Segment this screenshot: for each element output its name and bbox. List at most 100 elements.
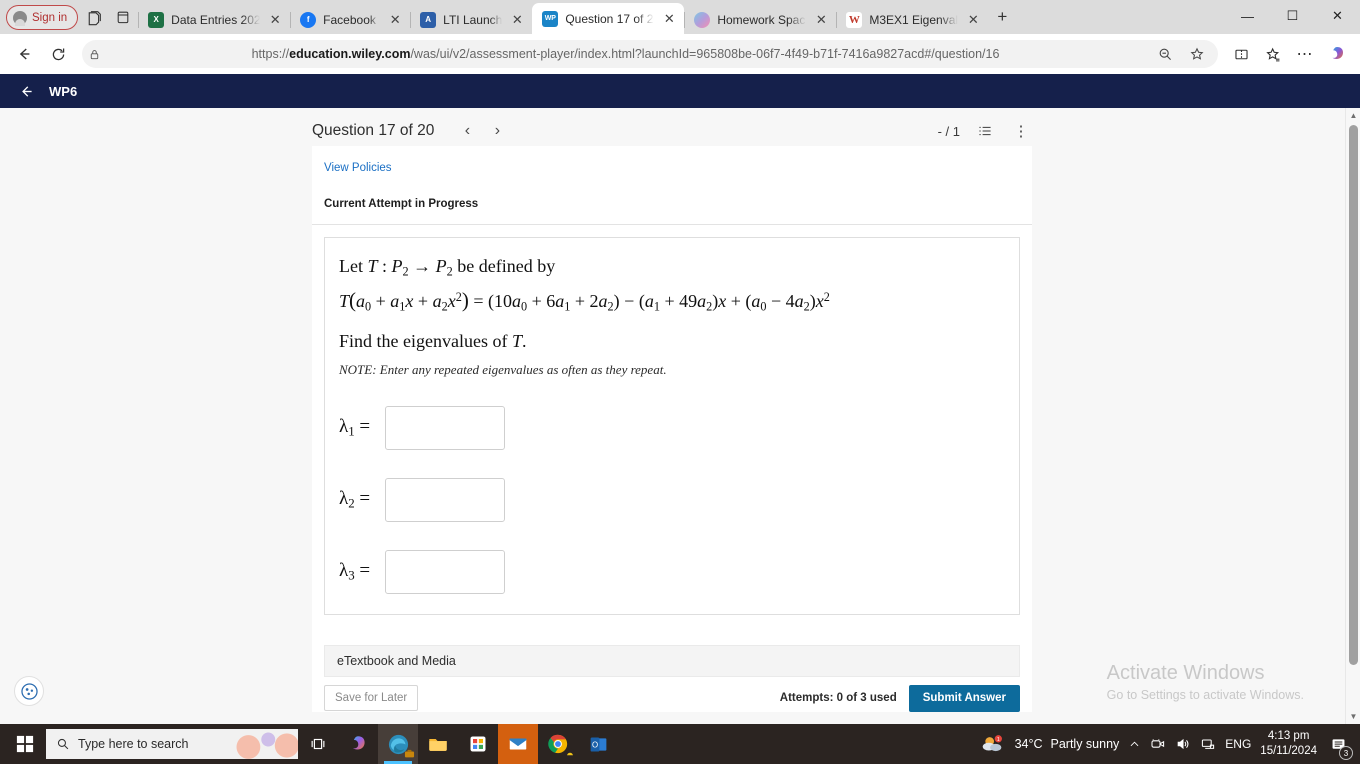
question-list-icon[interactable] <box>974 120 996 142</box>
reload-button[interactable] <box>42 38 74 70</box>
attempts-counter: Attempts: 0 of 3 used <box>779 692 897 705</box>
lambda-2-input[interactable] <box>385 477 505 522</box>
tab-close-icon[interactable]: ✕ <box>387 12 403 28</box>
tab-title: LTI Launch <box>443 12 503 27</box>
language-indicator[interactable]: ENG <box>1225 737 1251 751</box>
tab-title: M3EX1 Eigenvalues <box>869 12 959 27</box>
app-back-icon[interactable] <box>18 83 35 100</box>
taskbar-copilot-icon[interactable] <box>338 724 378 764</box>
weather-icon: 1 <box>981 734 1007 754</box>
excel-icon: X <box>148 11 165 28</box>
browser-tab[interactable]: W M3EX1 Eigenvalues ✕ <box>836 5 988 34</box>
tab-close-icon[interactable]: ✕ <box>813 12 829 28</box>
policies-row: View Policies <box>312 146 1032 176</box>
tab-title: Question 17 of 20 <box>565 11 655 26</box>
problem-note: NOTE: Enter any repeated eigenvalues as … <box>339 361 667 377</box>
scroll-down-arrow-icon[interactable]: ▼ <box>1346 709 1360 724</box>
window-controls: — ☐ ✕ <box>1225 0 1360 34</box>
tab-collections-icon[interactable] <box>78 3 108 31</box>
notifications-button[interactable]: 3 <box>1326 731 1353 760</box>
show-hidden-icons-chevron-icon[interactable] <box>1128 738 1141 751</box>
zoom-out-icon[interactable] <box>1150 39 1180 69</box>
previous-question-button[interactable]: ‹ <box>454 118 480 144</box>
copilot-icon[interactable] <box>1322 39 1352 69</box>
browser-tab[interactable]: Homework Space - ✕ <box>684 5 836 34</box>
search-icon <box>56 737 70 751</box>
etextbook-and-media-button[interactable]: eTextbook and Media <box>324 644 1020 677</box>
tab-close-icon[interactable]: ✕ <box>965 12 981 28</box>
weather-description: Partly sunny <box>1050 737 1120 751</box>
add-favorite-icon[interactable] <box>1182 39 1212 69</box>
taskbar-search-input[interactable]: Type here to search <box>46 729 298 759</box>
browser-tab-strip: Sign in X Data Entries 2024 - ✕ f Facebo… <box>0 0 1360 34</box>
lambda-1-input[interactable] <box>385 405 505 450</box>
lambda-3-label: λ3 = <box>339 560 371 583</box>
word-icon: W <box>846 11 863 28</box>
page-scrollbar[interactable]: ▲ ▼ <box>1345 108 1360 724</box>
scroll-up-arrow-icon[interactable]: ▲ <box>1346 108 1360 123</box>
network-icon[interactable] <box>1200 736 1216 752</box>
minimize-button[interactable]: — <box>1225 0 1270 32</box>
volume-icon[interactable] <box>1175 736 1191 752</box>
cookie-preferences-icon[interactable] <box>14 676 44 706</box>
taskbar-file-explorer-icon[interactable] <box>418 724 458 764</box>
taskbar-mail-icon[interactable] <box>498 724 538 764</box>
task-view-icon[interactable] <box>298 724 338 764</box>
lambda-1-label: λ1 = <box>339 416 371 439</box>
search-illustration-icon <box>236 729 298 759</box>
weather-widget[interactable]: 1 34°C Partly sunny <box>981 734 1120 754</box>
section-divider <box>312 224 1032 225</box>
question-card: View Policies Current Attempt in Progres… <box>312 146 1032 712</box>
next-question-button[interactable]: › <box>484 118 510 144</box>
tab-close-icon[interactable]: ✕ <box>509 12 525 28</box>
scrollbar-thumb[interactable] <box>1349 125 1358 665</box>
split-screen-icon[interactable] <box>1226 39 1256 69</box>
tab-list: X Data Entries 2024 - ✕ f Facebook ✕ A L… <box>138 0 1225 34</box>
close-window-button[interactable]: ✕ <box>1315 0 1360 32</box>
favorites-icon[interactable] <box>1258 39 1288 69</box>
lambda-3-input[interactable] <box>385 549 505 594</box>
taskbar-microsoft-store-icon[interactable] <box>458 724 498 764</box>
new-tab-button[interactable]: + <box>988 3 1016 31</box>
svg-text:1: 1 <box>996 737 999 743</box>
sign-in-label: Sign in <box>32 11 68 24</box>
clock-date: 15/11/2024 <box>1260 745 1317 757</box>
browser-tab-active[interactable]: WP Question 17 of 20 ✕ <box>532 3 685 34</box>
camera-icon[interactable] <box>1150 736 1166 752</box>
taskbar-edge-icon[interactable] <box>378 724 418 764</box>
tab-title: Facebook <box>323 12 376 27</box>
question-content-column: Question 17 of 20 ‹ › - / 1 ⋮ View Polic… <box>312 108 1032 712</box>
url-text: https://education.wiley.com/was/ui/v2/as… <box>251 47 1000 61</box>
question-header: Question 17 of 20 ‹ › - / 1 ⋮ <box>312 108 1032 146</box>
question-body: Let T : P2 → P2 be defined by T(a0 + a1x… <box>324 237 1020 615</box>
taskbar-outlook-icon[interactable]: O <box>578 724 618 764</box>
tab-close-icon[interactable]: ✕ <box>661 11 677 27</box>
url-input[interactable]: https://education.wiley.com/was/ui/v2/as… <box>82 40 1218 68</box>
save-for-later-button[interactable]: Save for Later <box>324 685 419 712</box>
maximize-button[interactable]: ☐ <box>1270 0 1315 32</box>
site-lock-icon <box>88 48 101 61</box>
watermark-title: Activate Windows <box>1106 662 1265 684</box>
clock-widget[interactable]: 4:13 pm 15/11/2024 <box>1260 729 1317 759</box>
search-placeholder: Type here to search <box>78 737 189 751</box>
problem-line-2: T(a0 + a1x + a2x2) = (10a0 + 6a1 + 2a2) … <box>339 288 830 314</box>
question-more-icon[interactable]: ⋮ <box>1010 120 1032 142</box>
browser-tab[interactable]: f Facebook ✕ <box>290 5 410 34</box>
vertical-tabs-icon[interactable] <box>108 3 138 31</box>
taskbar-chrome-icon[interactable] <box>538 724 578 764</box>
tab-close-icon[interactable]: ✕ <box>267 12 283 28</box>
windows-activation-watermark: Activate Windows Go to Settings to activ… <box>1107 662 1304 702</box>
back-button[interactable] <box>8 38 40 70</box>
start-button-icon[interactable] <box>4 724 46 764</box>
browser-address-bar: https://education.wiley.com/was/ui/v2/as… <box>0 34 1360 74</box>
answer-row-2: λ2 = <box>333 477 999 522</box>
sign-in-button[interactable]: Sign in <box>6 5 79 30</box>
question-score: - / 1 <box>937 123 960 139</box>
more-options-icon[interactable]: ⋯ <box>1290 39 1320 69</box>
browser-tab[interactable]: A LTI Launch ✕ <box>410 5 532 34</box>
lti-icon: A <box>420 11 437 28</box>
notification-count-badge: 3 <box>1339 746 1353 760</box>
view-policies-link[interactable]: View Policies <box>324 162 392 174</box>
browser-tab[interactable]: X Data Entries 2024 - ✕ <box>138 5 290 34</box>
submit-answer-button[interactable]: Submit Answer <box>908 684 1020 712</box>
